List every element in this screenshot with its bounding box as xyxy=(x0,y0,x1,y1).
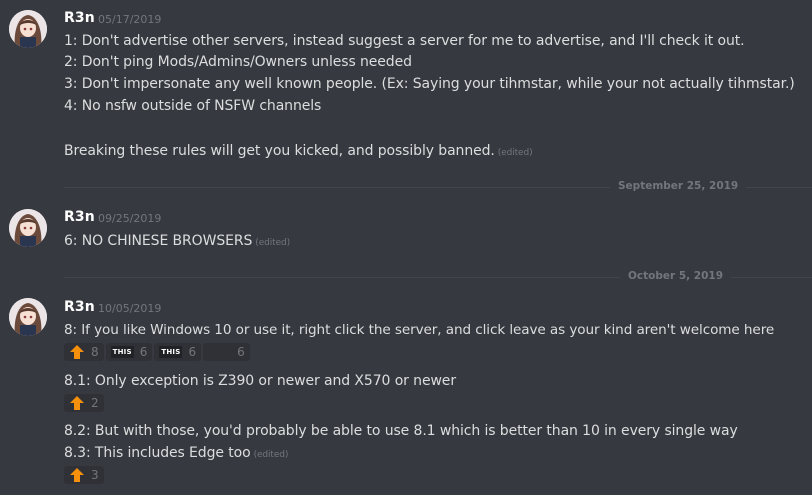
arrow-up-icon xyxy=(70,468,84,482)
reaction-bar: 8 THIS 6 THIS 6 6 xyxy=(64,343,250,363)
message-timestamp: 05/17/2019 xyxy=(98,13,162,26)
reaction-count: 3 xyxy=(91,468,99,482)
date-divider-label: September 25, 2019 xyxy=(610,180,747,192)
message-line: 2: Don't ping Mods/Admins/Owners unless … xyxy=(64,54,412,70)
message-line: 3: Don't impersonate any well known peop… xyxy=(64,76,795,92)
message-line: 1: Don't advertise other servers, instea… xyxy=(64,33,745,49)
edited-label: (edited) xyxy=(253,450,289,460)
reaction-arrow-up[interactable]: 3 xyxy=(64,466,104,484)
message-line: 4: No nsfw outside of NSFW channels xyxy=(64,98,322,114)
date-divider-label: October 5, 2019 xyxy=(620,270,732,282)
avatar[interactable] xyxy=(9,10,47,48)
message-line: 8.3: This includes Edge too (edited) xyxy=(64,445,289,461)
arrow-up-icon xyxy=(70,396,84,410)
message-line: Breaking these rules will get you kicked… xyxy=(64,143,533,159)
reaction-arrow-up[interactable]: 2 xyxy=(64,394,104,412)
reaction-bar: 2 xyxy=(64,394,104,414)
reaction-count: 6 xyxy=(237,345,245,359)
arrow-up-icon xyxy=(70,345,84,359)
date-divider: October 5, 2019 xyxy=(64,270,812,282)
message-timestamp: 09/25/2019 xyxy=(98,212,162,225)
reaction-count: 6 xyxy=(188,345,197,359)
author-name[interactable]: R3n xyxy=(64,209,95,225)
reaction-bar: 3 xyxy=(64,466,104,486)
reaction-count: 6 xyxy=(139,345,148,359)
avatar[interactable] xyxy=(9,298,47,336)
message-line: 8: If you like Windows 10 or use it, rig… xyxy=(64,322,775,338)
date-divider: September 25, 2019 xyxy=(64,180,812,192)
author-name[interactable]: R3n xyxy=(64,299,95,315)
message-line: 6: NO CHINESE BROWSERS (edited) xyxy=(64,233,291,249)
reaction-count: 8 xyxy=(91,345,99,359)
this-emoji-icon: THIS xyxy=(159,346,183,358)
blank-emoji-icon xyxy=(211,344,227,360)
avatar[interactable] xyxy=(9,209,47,247)
reaction-this[interactable]: THIS 6 xyxy=(105,343,153,361)
author-name[interactable]: R3n xyxy=(64,10,95,26)
reaction-arrow-up[interactable]: 8 xyxy=(64,343,104,361)
edited-label: (edited) xyxy=(497,148,533,158)
reaction-blank[interactable]: 6 xyxy=(203,343,250,361)
this-emoji-icon: THIS xyxy=(110,346,134,358)
message-line: 8.1: Only exception is Z390 or newer and… xyxy=(64,373,456,389)
message-line: 8.2: But with those, you'd probably be a… xyxy=(64,423,738,439)
edited-label: (edited) xyxy=(255,238,291,248)
reaction-count: 2 xyxy=(91,396,99,410)
message-timestamp: 10/05/2019 xyxy=(98,302,162,315)
reaction-this[interactable]: THIS 6 xyxy=(154,343,202,361)
